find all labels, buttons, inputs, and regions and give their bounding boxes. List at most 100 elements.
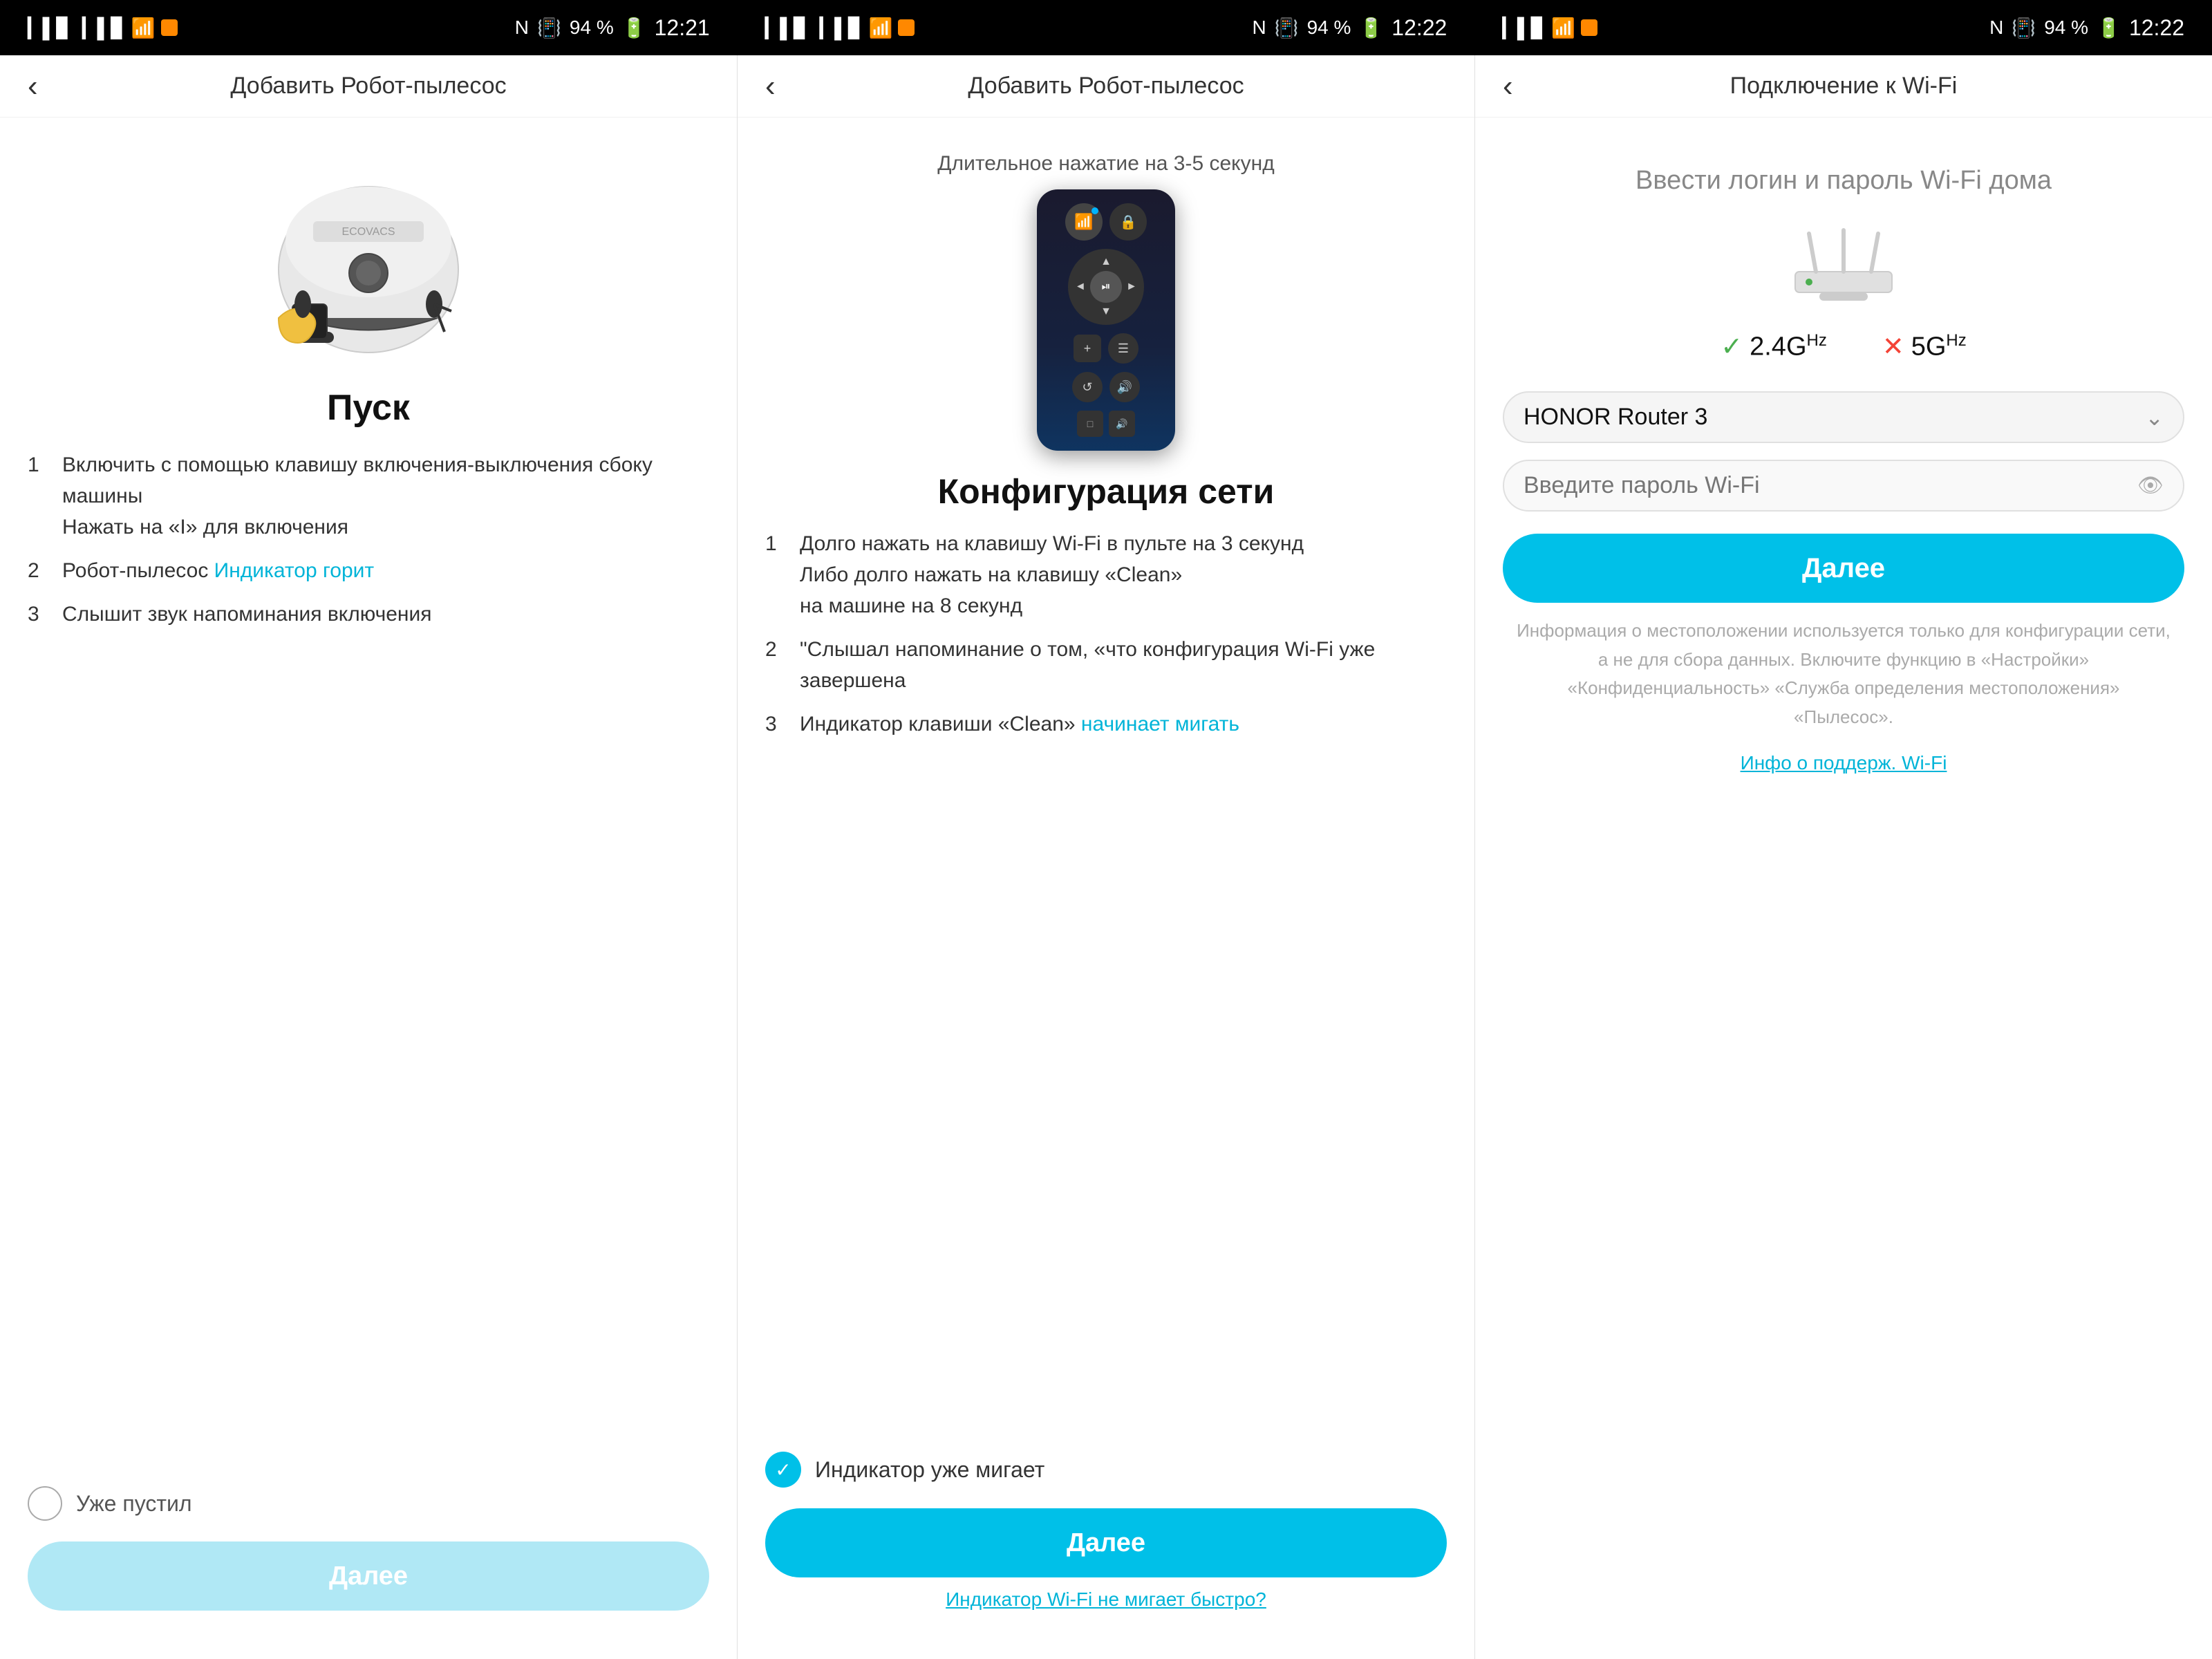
bluetooth-icon-3: 📳 bbox=[2012, 17, 2036, 39]
nav-bar-2: ‹ Добавить Робот-пылесос bbox=[738, 55, 1474, 118]
section-title-2: Конфигурация сети bbox=[765, 471, 1447, 512]
freq-5-x: ✕ bbox=[1882, 331, 1904, 362]
status-left-1: ▎▌▊ ▎▌▊ 📶 bbox=[28, 17, 178, 39]
freq-24-label: 2.4GHz bbox=[1750, 331, 1827, 362]
wifi-icon-1: 📶 bbox=[131, 17, 156, 39]
already-started-row[interactable]: Уже пустил bbox=[28, 1486, 709, 1521]
status-section-1: ▎▌▊ ▎▌▊ 📶 N 📳 94 % 🔋 12:21 bbox=[0, 15, 738, 41]
status-section-2: ▎▌▊ ▎▌▊ 📶 N 📳 94 % 🔋 12:22 bbox=[738, 15, 1475, 41]
signal-icon-3: ▎▌▊ bbox=[1502, 17, 1546, 39]
status-right-2: N 📳 94 % 🔋 12:22 bbox=[1252, 15, 1447, 41]
remote-extra-row: + ☰ bbox=[1074, 333, 1138, 364]
notification-icon-3 bbox=[1581, 19, 1597, 36]
nfc-icon-1: N bbox=[515, 17, 529, 39]
wifi-login-title: Ввести логин и пароль Wi-Fi дома bbox=[1503, 166, 2184, 196]
remote-sq-btn-1[interactable]: □ bbox=[1077, 411, 1103, 437]
remote-bottom-btns: □ 🔊 bbox=[1077, 411, 1135, 437]
password-input[interactable] bbox=[1524, 472, 2137, 499]
step-list-2: 1 Долго нажать на клавишу Wi-Fi в пульте… bbox=[765, 528, 1447, 740]
panel-config: ‹ Добавить Робот-пылесос Длительное нажа… bbox=[738, 55, 1475, 1659]
notification-icon-1 bbox=[161, 19, 178, 36]
status-left-2: ▎▌▊ ▎▌▊ 📶 bbox=[765, 17, 915, 39]
remote-bottom-row1: ↺ 🔊 bbox=[1072, 372, 1140, 402]
panel2-content: Длительное нажатие на 3-5 секунд 📶 🔒 bbox=[738, 118, 1474, 1659]
svg-text:ECOVACS: ECOVACS bbox=[341, 226, 395, 238]
nav-title-2: Добавить Робот-пылесос bbox=[968, 73, 1244, 100]
router-icon-container bbox=[1503, 223, 2184, 306]
panel1-content: ECOVACS bbox=[0, 118, 737, 1659]
battery-icon-3: 🔋 bbox=[2097, 17, 2121, 39]
signal-icon-2b: ▎▌▊ bbox=[820, 17, 863, 39]
remote-dpad[interactable]: ▲ ▼ ◄ ► ⏯ bbox=[1068, 249, 1144, 325]
freq-5-label: 5GHz bbox=[1911, 331, 1967, 362]
router-icon bbox=[1774, 223, 1913, 306]
wifi-not-flashing-link[interactable]: Индикатор Wi-Fi не мигает быстро? bbox=[765, 1588, 1447, 1611]
password-row: 👁 bbox=[1503, 460, 2184, 512]
battery-icon-2: 🔋 bbox=[1359, 17, 1383, 39]
freq-24-check: ✓ bbox=[1721, 331, 1743, 362]
panels-container: ‹ Добавить Робот-пылесос ECOVACS bbox=[0, 55, 2212, 1659]
panel3-content: Ввести логин и пароль Wi-Fi дома bbox=[1475, 118, 2212, 1659]
flashing-link[interactable]: начинает мигать bbox=[1081, 713, 1239, 735]
remote-refresh-button[interactable]: ↺ bbox=[1072, 372, 1103, 402]
freq-5-item: ✕ 5GHz bbox=[1882, 331, 1967, 362]
indicator-flashing-row[interactable]: ✓ Индикатор уже мигает bbox=[765, 1452, 1447, 1488]
robot-image-container: ECOVACS bbox=[28, 145, 709, 373]
next-button-3[interactable]: Далее bbox=[1503, 534, 2184, 603]
nav-title-1: Добавить Робот-пылесос bbox=[230, 73, 506, 100]
dropdown-arrow: ⌄ bbox=[2145, 404, 2164, 431]
bottom-section-1: Уже пустил Далее bbox=[28, 1486, 709, 1631]
nav-title-3: Подключение к Wi-Fi bbox=[1730, 73, 1958, 100]
next-button-2[interactable]: Далее bbox=[765, 1508, 1447, 1577]
bluetooth-icon-2: 📳 bbox=[1275, 17, 1299, 39]
remote-wifi-button[interactable]: 📶 bbox=[1065, 203, 1103, 241]
time-1: 12:21 bbox=[655, 15, 710, 41]
bottom-section-2: ✓ Индикатор уже мигает Далее Индикатор W… bbox=[765, 1452, 1447, 1631]
already-started-radio[interactable] bbox=[28, 1486, 62, 1521]
step-item-2-1: 1 Долго нажать на клавишу Wi-Fi в пульте… bbox=[765, 528, 1447, 621]
remote-center-button[interactable]: ⏯ bbox=[1090, 271, 1122, 303]
nav-bar-1: ‹ Добавить Робот-пылесос bbox=[0, 55, 737, 118]
wifi-icon-3: 📶 bbox=[1551, 17, 1575, 39]
remote-menu-button[interactable]: ☰ bbox=[1108, 333, 1138, 364]
selected-router-value: HONOR Router 3 bbox=[1524, 404, 2145, 431]
status-right-3: N 📳 94 % 🔋 12:22 bbox=[1989, 15, 2184, 41]
status-right-1: N 📳 94 % 🔋 12:21 bbox=[515, 15, 710, 41]
step-item-1-1: 1 Включить с помощью клавишу включения-в… bbox=[28, 449, 709, 543]
remote-vol-button[interactable]: 🔊 bbox=[1109, 372, 1140, 402]
battery-3: 94 % bbox=[2044, 17, 2088, 39]
indicator-link-1[interactable]: Индикатор горит bbox=[214, 559, 374, 582]
status-bar: ▎▌▊ ▎▌▊ 📶 N 📳 94 % 🔋 12:21 ▎▌▊ ▎▌▊ 📶 N 📳… bbox=[0, 0, 2212, 55]
next-button-1[interactable]: Далее bbox=[28, 1541, 709, 1611]
router-selector[interactable]: HONOR Router 3 ⌄ bbox=[1503, 391, 2184, 443]
panel-start: ‹ Добавить Робот-пылесос ECOVACS bbox=[0, 55, 738, 1659]
nfc-icon-2: N bbox=[1252, 17, 1266, 39]
already-started-label: Уже пустил bbox=[76, 1491, 192, 1517]
remote-sq-btn-2[interactable]: 🔊 bbox=[1109, 411, 1135, 437]
back-button-3[interactable]: ‹ bbox=[1503, 69, 1513, 104]
remote-lock-button[interactable]: 🔒 bbox=[1109, 203, 1147, 241]
section-title-1: Пуск bbox=[28, 387, 709, 429]
step-item-2-3: 3 Индикатор клавиши «Clean» начинает миг… bbox=[765, 709, 1447, 740]
time-3: 12:22 bbox=[2129, 15, 2184, 41]
bluetooth-icon-1: 📳 bbox=[537, 17, 561, 39]
signal-icon-1: ▎▌▊ bbox=[28, 17, 71, 39]
eye-icon[interactable]: 👁 bbox=[2137, 474, 2164, 498]
signal-icon-2: ▎▌▊ bbox=[765, 17, 809, 39]
nfc-icon-3: N bbox=[1989, 17, 2003, 39]
wifi-dot bbox=[1091, 207, 1098, 214]
remote-top-row: 📶 🔒 bbox=[1065, 203, 1147, 241]
back-button-2[interactable]: ‹ bbox=[765, 69, 776, 104]
nav-bar-3: ‹ Подключение к Wi-Fi bbox=[1475, 55, 2212, 118]
notification-icon-2 bbox=[898, 19, 915, 36]
remote-plus-button[interactable]: + bbox=[1074, 335, 1101, 362]
battery-icon-1: 🔋 bbox=[622, 17, 646, 39]
indicator-label: Индикатор уже мигает bbox=[815, 1457, 1044, 1483]
wifi-support-link[interactable]: Инфо о поддерж. Wi-Fi bbox=[1503, 752, 2184, 795]
remote-body: 📶 🔒 ▲ ▼ ◄ ► ⏯ bbox=[1037, 189, 1175, 451]
step-list-1: 1 Включить с помощью клавишу включения-в… bbox=[28, 449, 709, 630]
back-button-1[interactable]: ‹ bbox=[28, 69, 38, 104]
step-item-2-2: 2 "Слышал напоминание о том, «что конфиг… bbox=[765, 634, 1447, 696]
time-2: 12:22 bbox=[1391, 15, 1447, 41]
robot-vacuum-image: ECOVACS bbox=[258, 166, 479, 359]
